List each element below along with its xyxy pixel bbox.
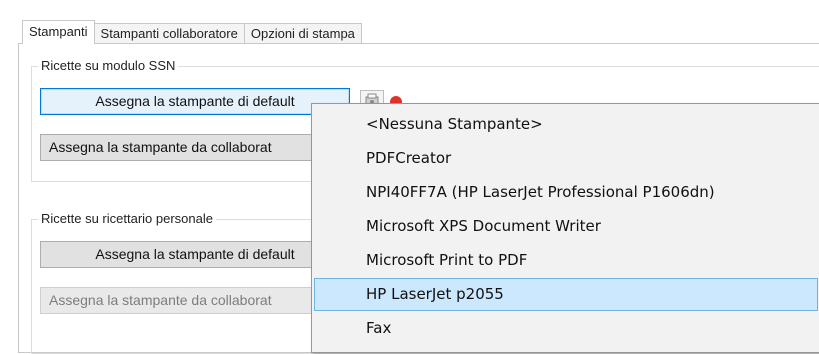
menu-item-xps-writer[interactable]: Microsoft XPS Document Writer	[314, 210, 818, 243]
ssn-assign-default-button[interactable]: Assegna la stampante di default	[40, 88, 350, 115]
group-ssn-title: Ricette su modulo SSN	[38, 58, 179, 74]
personal-assign-collab-button[interactable]: Assegna la stampante da collaborat	[40, 287, 350, 314]
menu-item-nessuna-stampante[interactable]: <Nessuna Stampante>	[314, 108, 818, 141]
tab-opzioni-di-stampa[interactable]: Opzioni di stampa	[243, 23, 362, 43]
menu-item-print-to-pdf[interactable]: Microsoft Print to PDF	[314, 244, 818, 277]
tab-stampanti-collaboratore[interactable]: Stampanti collaboratore	[93, 23, 245, 43]
tab-strip: Stampanti Stampanti collaboratore Opzion…	[22, 20, 362, 44]
menu-item-hp-p2055[interactable]: HP LaserJet p2055	[314, 278, 818, 311]
group-personal-title: Ricette su ricettario personale	[38, 211, 216, 227]
menu-item-pdfcreator[interactable]: PDFCreator	[314, 142, 818, 175]
tab-stampanti[interactable]: Stampanti	[22, 20, 95, 44]
menu-item-fax[interactable]: Fax	[314, 312, 818, 345]
printer-dropdown-menu: <Nessuna Stampante> PDFCreator NPI40FF7A…	[311, 103, 819, 353]
personal-assign-default-button[interactable]: Assegna la stampante di default	[40, 241, 350, 268]
ssn-assign-collab-button[interactable]: Assegna la stampante da collaborat	[40, 134, 350, 161]
menu-item-hp-p1606dn[interactable]: NPI40FF7A (HP LaserJet Professional P160…	[314, 176, 818, 209]
printer-settings-window: Stampanti Stampanti collaboratore Opzion…	[0, 0, 819, 354]
